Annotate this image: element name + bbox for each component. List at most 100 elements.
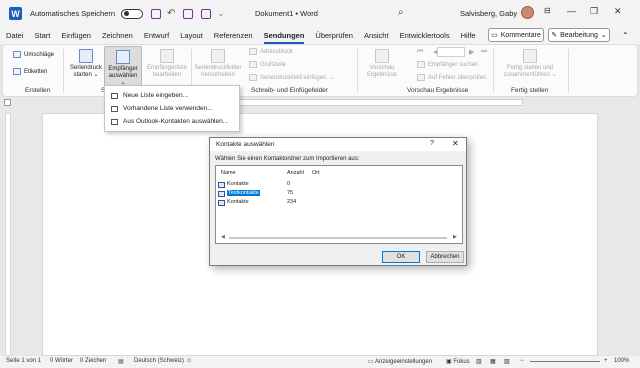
- tab-datei[interactable]: Datei: [6, 31, 24, 40]
- group-separator: [63, 49, 64, 93]
- column-header-location[interactable]: Ort: [312, 170, 320, 176]
- contacts-folder-icon: [218, 182, 225, 188]
- autosave-toggle[interactable]: [121, 8, 144, 19]
- print-preview-icon[interactable]: [201, 8, 212, 19]
- insert-merge-field-button[interactable]: Seriendruckfeld einfügen ⌄: [249, 74, 334, 81]
- scrollbar-thumb[interactable]: [229, 237, 447, 239]
- folder-count: 0: [287, 181, 291, 187]
- tab-entwicklertools[interactable]: Entwicklertools: [400, 31, 450, 40]
- tab-einfuegen[interactable]: Einfügen: [61, 31, 91, 40]
- tab-referenzen[interactable]: Referenzen: [214, 31, 253, 40]
- ribbon-collapse-icon[interactable]: ⌃: [622, 31, 629, 40]
- list-item[interactable]: Kontakte 0: [218, 181, 328, 189]
- mail-merge-icon: [79, 49, 93, 63]
- language[interactable]: Deutsch (Schweiz): [134, 358, 184, 364]
- start-mail-merge-button[interactable]: Seriendruck starten ⌄: [67, 49, 105, 79]
- editing-label: Bearbeitung: [560, 31, 598, 39]
- page-count[interactable]: Seite 1 von 1: [6, 358, 41, 364]
- check-errors-button[interactable]: Auf Fehler überprüfen: [417, 74, 486, 81]
- tab-ueberpruefen[interactable]: Überprüfen: [315, 31, 353, 40]
- dialog-close-button[interactable]: ✕: [452, 139, 459, 148]
- finish-merge-button[interactable]: Fertig stellen und zusammenführen ⌄: [499, 49, 561, 79]
- column-header-count[interactable]: Anzahl: [287, 170, 304, 176]
- tab-start[interactable]: Start: [35, 31, 51, 40]
- cancel-button[interactable]: Abbrechen: [426, 251, 464, 263]
- edit-recipient-list-button[interactable]: Empfängerliste bearbeiten: [147, 49, 187, 79]
- tab-layout[interactable]: Layout: [180, 31, 203, 40]
- ribbon: Umschläge Etiketten Erstellen Seriendruc…: [2, 44, 638, 97]
- tab-entwurf[interactable]: Entwurf: [144, 31, 169, 40]
- help-button[interactable]: ?: [430, 140, 434, 147]
- char-count[interactable]: 0 Zeichen: [80, 358, 106, 364]
- scroll-right-icon[interactable]: ▶: [453, 234, 457, 240]
- finish-label-2: zusammenführen ⌄: [503, 72, 557, 78]
- zoom-slider[interactable]: [530, 361, 600, 362]
- undo-icon[interactable]: ↶: [167, 8, 175, 19]
- restore-button[interactable]: ❐: [590, 6, 598, 17]
- record-number-input[interactable]: [437, 47, 465, 57]
- envelope-icon: [13, 51, 21, 58]
- ribbon-display-icon[interactable]: ⊟: [544, 6, 551, 15]
- zoom-in-icon[interactable]: +: [604, 358, 608, 364]
- menu-item-existing-list[interactable]: Vorhandene Liste verwenden...: [105, 102, 239, 115]
- contact-folder-list[interactable]: Name Anzahl Ort Kontakte 0 Testkontakte …: [215, 165, 463, 244]
- tab-hilfe[interactable]: Hilfe: [461, 31, 476, 40]
- tab-ansicht[interactable]: Ansicht: [364, 31, 389, 40]
- menu-item-new-list[interactable]: Neue Liste eingeben...: [105, 89, 239, 102]
- search-icon[interactable]: ⌕: [398, 7, 404, 18]
- last-record-icon[interactable]: ⏭: [481, 48, 487, 56]
- menu-item-label: Neue Liste eingeben...: [123, 92, 189, 99]
- greeting-line-button[interactable]: Grußzeile: [249, 61, 286, 68]
- preview-results-button[interactable]: Vorschau Ergebnisse: [365, 49, 399, 79]
- first-record-icon[interactable]: ⏮: [417, 48, 423, 56]
- group-label-create: Erstellen: [25, 87, 51, 94]
- menu-item-label: Vorhandene Liste verwenden...: [123, 105, 213, 112]
- proofing-icon[interactable]: ▤: [118, 358, 124, 365]
- display-settings-label: Anzeigeeinstellungen: [375, 359, 433, 365]
- next-record-icon[interactable]: ▶: [469, 48, 474, 56]
- accessibility-icon[interactable]: ☺: [186, 358, 192, 364]
- address-block-button[interactable]: Adressblock: [249, 48, 293, 55]
- column-header-name[interactable]: Name: [221, 170, 236, 176]
- zoom-level[interactable]: 100%: [614, 358, 629, 364]
- tab-zeichnen[interactable]: Zeichnen: [102, 31, 133, 40]
- minimize-button[interactable]: —: [567, 6, 576, 16]
- envelopes-button[interactable]: Umschläge: [13, 51, 54, 58]
- find-recipient-button[interactable]: Empfänger suchen: [417, 61, 478, 68]
- read-mode-icon[interactable]: ▥: [476, 358, 482, 365]
- print-layout-icon[interactable]: ▦: [490, 358, 496, 365]
- highlight-merge-fields-button[interactable]: Seriendruckfelder hervorheben: [193, 49, 243, 79]
- user-name[interactable]: Salvisberg, Gaby: [460, 9, 517, 18]
- zoom-out-icon[interactable]: −: [520, 358, 524, 364]
- folder-name: Kontakte: [227, 181, 249, 187]
- ok-button[interactable]: OK: [382, 251, 420, 263]
- close-window-button[interactable]: ✕: [614, 6, 622, 17]
- status-bar: Seite 1 von 1 0 Wörter 0 Zeichen ▤ Deuts…: [0, 356, 640, 368]
- list-item-selected[interactable]: Testkontakte 75: [218, 190, 328, 198]
- check-icon: [417, 74, 425, 81]
- display-settings-button[interactable]: ▭ Anzeigeeinstellungen: [368, 358, 432, 365]
- tab-sendungen[interactable]: Sendungen: [263, 31, 304, 44]
- focus-button[interactable]: ▣ Fokus: [446, 358, 470, 365]
- menu-item-outlook-contacts[interactable]: Aus Outlook-Kontakten auswählen...: [105, 115, 239, 128]
- comments-button[interactable]: ▭ Kommentare: [488, 28, 544, 42]
- scroll-left-icon[interactable]: ◀: [221, 234, 225, 240]
- find-recipient-label: Empfänger suchen: [428, 61, 479, 68]
- address-block-icon: [249, 48, 257, 55]
- customize-quick-access-icon[interactable]: ⌄: [217, 9, 224, 18]
- finish-label-1: Fertig stellen und: [506, 65, 554, 71]
- contacts-folder-icon: [218, 191, 225, 197]
- folder-count: 75: [287, 190, 294, 196]
- web-layout-icon[interactable]: ▧: [504, 358, 510, 365]
- select-contacts-dialog: Kontakte auswählen ? ✕ Wählen Sie einen …: [209, 137, 467, 266]
- word-count[interactable]: 0 Wörter: [50, 358, 73, 364]
- editing-mode-button[interactable]: ✎ Bearbeitung ⌄: [548, 28, 610, 42]
- start-merge-label-2: starten ⌄: [73, 72, 99, 78]
- horizontal-scrollbar[interactable]: ◀ ▶: [221, 234, 459, 240]
- save-icon[interactable]: [151, 8, 162, 19]
- quick-print-icon[interactable]: [183, 8, 194, 19]
- labels-button[interactable]: Etiketten: [13, 68, 47, 75]
- recipients-icon: [116, 50, 130, 64]
- avatar[interactable]: [521, 6, 534, 19]
- list-item[interactable]: Kontakte 234: [218, 199, 328, 207]
